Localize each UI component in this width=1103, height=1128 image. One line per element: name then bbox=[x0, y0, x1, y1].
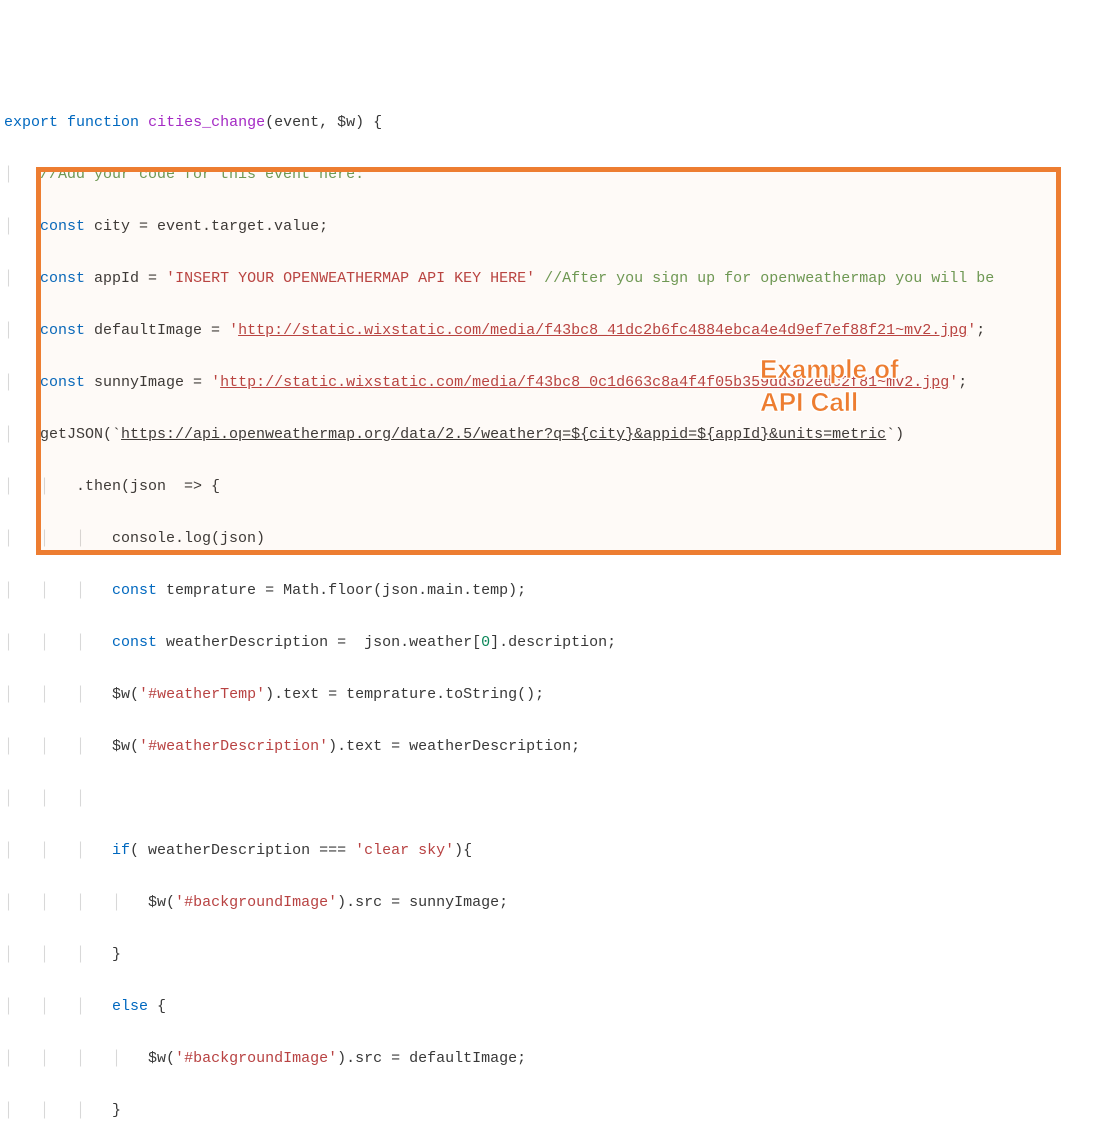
comment: //After you sign up for openweathermap y… bbox=[544, 270, 994, 287]
code-line: │ │ │ bbox=[4, 786, 1099, 812]
code-line: │ │ │ } bbox=[4, 942, 1099, 968]
code-line: │ const defaultImage = 'http://static.wi… bbox=[4, 318, 1099, 344]
comment: //Add your code for this event here: bbox=[40, 166, 364, 183]
code-line: │ │ │ if( weatherDescription === 'clear … bbox=[4, 838, 1099, 864]
url-literal: https://api.openweathermap.org/data/2.5/… bbox=[121, 426, 886, 443]
kw-export: export bbox=[4, 114, 58, 131]
code-line: │ │ │ else { bbox=[4, 994, 1099, 1020]
code-line: │ const sunnyImage = 'http://static.wixs… bbox=[4, 370, 1099, 396]
code-line: │ │ │ const temprature = Math.floor(json… bbox=[4, 578, 1099, 604]
code-line: │ │ │ console.log(json) bbox=[4, 526, 1099, 552]
url-literal: http://static.wixstatic.com/media/f43bc8… bbox=[220, 374, 949, 391]
code-line: │ │ │ const weatherDescription = json.we… bbox=[4, 630, 1099, 656]
code-line: │ │ │ $w('#weatherTemp').text = tempratu… bbox=[4, 682, 1099, 708]
code-line: │ │ .then(json => { bbox=[4, 474, 1099, 500]
code-line: │ │ │ $w('#weatherDescription').text = w… bbox=[4, 734, 1099, 760]
fn-params: (event, $w) { bbox=[265, 114, 382, 131]
code-line: export function cities_change(event, $w)… bbox=[4, 110, 1099, 136]
code-line: │ getJSON(`https://api.openweathermap.or… bbox=[4, 422, 1099, 448]
fn-name: cities_change bbox=[148, 114, 265, 131]
code-line: │ const appId = 'INSERT YOUR OPENWEATHER… bbox=[4, 266, 1099, 292]
code-line: │ │ │ │ $w('#backgroundImage').src = def… bbox=[4, 1046, 1099, 1072]
code-line: │ //Add your code for this event here: bbox=[4, 162, 1099, 188]
url-literal: http://static.wixstatic.com/media/f43bc8… bbox=[238, 322, 967, 339]
code-line: │ const city = event.target.value; bbox=[4, 214, 1099, 240]
kw-function: function bbox=[67, 114, 139, 131]
code-line: │ │ │ │ $w('#backgroundImage').src = sun… bbox=[4, 890, 1099, 916]
code-line: │ │ │ } bbox=[4, 1098, 1099, 1124]
